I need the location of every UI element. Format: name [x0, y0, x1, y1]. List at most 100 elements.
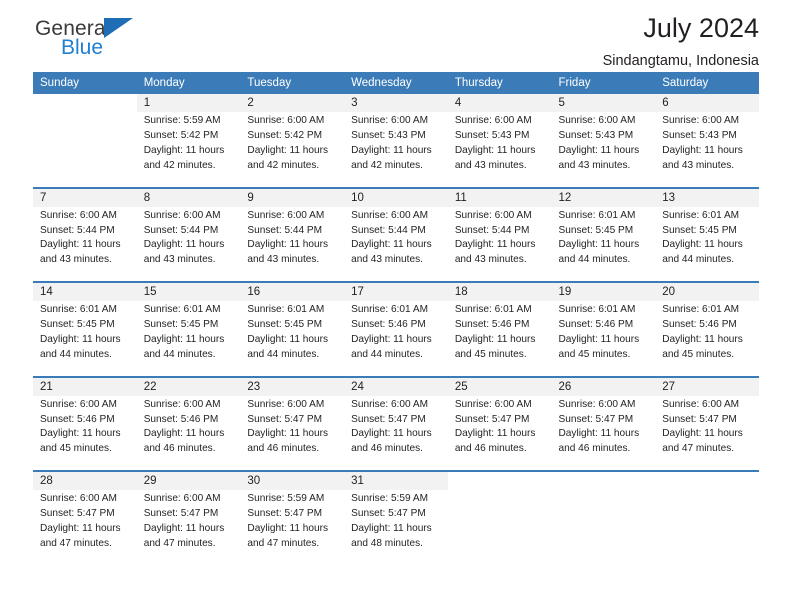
day-details-10[interactable]: Sunrise: 6:00 AM Sunset: 5:44 PM Daylight:… — [344, 206, 448, 276]
daylight-text-line1: Daylight: 11 hours — [351, 333, 432, 345]
day-number-2[interactable]: 2 — [240, 94, 345, 113]
day-number-17[interactable]: 17 — [344, 283, 448, 302]
day-number-16[interactable]: 16 — [240, 283, 345, 302]
sunrise-text: Sunrise: 5:59 AM — [247, 493, 325, 505]
daylight-text-line2: and 47 minutes. — [662, 443, 735, 455]
day-details-7[interactable]: Sunrise: 6:00 AM Sunset: 5:44 PM Daylight:… — [33, 206, 137, 276]
day-number-20[interactable]: 20 — [655, 283, 759, 302]
day-details-3[interactable]: Sunrise: 6:00 AM Sunset: 5:43 PM Daylight:… — [344, 112, 448, 181]
daylight-text-line1: Daylight: 11 hours — [558, 239, 640, 251]
daylight-text-line1: Daylight: 11 hours — [351, 428, 432, 440]
sunset-text: Sunset: 5:45 PM — [662, 224, 737, 236]
day-number-1[interactable]: 1 — [136, 94, 241, 113]
day-number-25[interactable]: 25 — [447, 377, 552, 396]
page-title: July 2024 — [643, 13, 759, 43]
day-number-26[interactable]: 26 — [551, 377, 656, 396]
day-details-18[interactable]: Sunrise: 6:01 AM Sunset: 5:46 PM Daylight:… — [447, 301, 552, 370]
day-details-11[interactable]: Sunrise: 6:00 AM Sunset: 5:44 PM Daylight:… — [447, 206, 552, 276]
day-number-11[interactable]: 11 — [447, 188, 552, 207]
daylight-text-line1: Daylight: 11 hours — [558, 333, 640, 345]
sunset-text: Sunset: 5:47 PM — [143, 508, 219, 520]
day-details-empty — [33, 112, 137, 181]
day-number-23[interactable]: 23 — [240, 377, 345, 396]
day-details-30[interactable]: Sunrise: 5:59 AM Sunset: 5:47 PM Daylight:… — [240, 490, 345, 559]
sunset-text: Sunset: 5:43 PM — [558, 130, 634, 142]
daylight-text-line1: Daylight: 11 hours — [143, 523, 225, 534]
daylight-text-line1: Daylight: 11 hours — [40, 239, 121, 251]
day-details-16[interactable]: Sunrise: 6:01 AM Sunset: 5:45 PM Daylight:… — [240, 301, 345, 370]
day-details-25[interactable]: Sunrise: 6:00 AM Sunset: 5:47 PM Daylight:… — [447, 395, 552, 465]
general-blue-logo[interactable]: General Blue — [33, 12, 163, 72]
day-number-8[interactable]: 8 — [136, 188, 241, 207]
daylight-text-line1: Daylight: 11 hours — [247, 239, 329, 251]
day-number-27[interactable]: 27 — [655, 377, 759, 396]
day-details-24[interactable]: Sunrise: 6:00 AM Sunset: 5:47 PM Daylight:… — [344, 395, 448, 465]
daylight-text-line1: Daylight: 11 hours — [662, 144, 743, 156]
day-details-19[interactable]: Sunrise: 6:01 AM Sunset: 5:46 PM Daylight:… — [551, 301, 656, 370]
day-details-31[interactable]: Sunrise: 5:59 AM Sunset: 5:47 PM Daylight:… — [344, 490, 448, 559]
sunrise-text: Sunrise: 6:01 AM — [454, 304, 532, 316]
day-number-4[interactable]: 4 — [447, 94, 552, 113]
day-details-21[interactable]: Sunrise: 6:00 AM Sunset: 5:46 PM Daylight:… — [33, 395, 137, 465]
day-number-row: 14 15 16 17 18 19 20 — [33, 283, 759, 302]
day-number-21[interactable]: 21 — [33, 377, 137, 396]
day-number-13[interactable]: 13 — [655, 188, 759, 207]
day-number-6[interactable]: 6 — [655, 94, 759, 113]
day-number-22[interactable]: 22 — [136, 377, 241, 396]
day-number-empty — [655, 472, 759, 491]
day-number-18[interactable]: 18 — [447, 283, 552, 302]
day-details-20[interactable]: Sunrise: 6:01 AM Sunset: 5:46 PM Daylight:… — [655, 301, 759, 370]
sunrise-text: Sunrise: 6:00 AM — [351, 209, 428, 221]
day-number-31[interactable]: 31 — [344, 472, 448, 491]
day-details-29[interactable]: Sunrise: 6:00 AM Sunset: 5:47 PM Daylight:… — [136, 490, 241, 559]
day-number-3[interactable]: 3 — [344, 94, 448, 113]
sunrise-text: Sunrise: 6:01 AM — [351, 304, 428, 316]
day-number-9[interactable]: 9 — [240, 188, 345, 207]
day-number-30[interactable]: 30 — [240, 472, 345, 491]
day-number-19[interactable]: 19 — [551, 283, 656, 302]
day-number-14[interactable]: 14 — [33, 283, 137, 302]
day-number-row: 123456 — [33, 94, 759, 113]
day-number-7[interactable]: 7 — [33, 188, 137, 207]
day-details-26[interactable]: Sunrise: 6:00 AM Sunset: 5:47 PM Daylight:… — [551, 395, 656, 465]
daylight-text-line2: and 44 minutes. — [143, 348, 216, 360]
day-details-empty — [655, 490, 759, 559]
daylight-text-line2: and 45 minutes. — [40, 443, 112, 455]
sunset-text: Sunset: 5:44 PM — [351, 224, 426, 236]
sunset-text: Sunset: 5:47 PM — [454, 413, 530, 425]
day-details-22[interactable]: Sunrise: 6:00 AM Sunset: 5:46 PM Daylight:… — [136, 395, 241, 465]
day-details-15[interactable]: Sunrise: 6:01 AM Sunset: 5:45 PM Daylight:… — [136, 301, 241, 370]
sunset-text: Sunset: 5:46 PM — [558, 319, 634, 331]
day-number-5[interactable]: 5 — [551, 94, 656, 113]
sunset-text: Sunset: 5:43 PM — [454, 130, 530, 142]
day-details-2[interactable]: Sunrise: 6:00 AM Sunset: 5:42 PM Daylight:… — [240, 112, 345, 181]
day-details-14[interactable]: Sunrise: 6:01 AM Sunset: 5:45 PM Daylight:… — [33, 301, 137, 370]
day-number-15[interactable]: 15 — [136, 283, 241, 302]
day-details-6[interactable]: Sunrise: 6:00 AM Sunset: 5:43 PM Daylight:… — [655, 112, 759, 181]
day-number-10[interactable]: 10 — [344, 188, 448, 207]
day-details-8[interactable]: Sunrise: 6:00 AM Sunset: 5:44 PM Daylight:… — [136, 206, 241, 276]
day-number-29[interactable]: 29 — [136, 472, 241, 491]
sunrise-text: Sunrise: 6:00 AM — [40, 398, 117, 410]
sunrise-text: Sunrise: 6:00 AM — [247, 115, 325, 127]
day-details-17[interactable]: Sunrise: 6:01 AM Sunset: 5:46 PM Daylight:… — [344, 301, 448, 370]
day-details-13[interactable]: Sunrise: 6:01 AM Sunset: 5:45 PM Daylight:… — [655, 206, 759, 276]
day-details-1[interactable]: Sunrise: 5:59 AM Sunset: 5:42 PM Daylight:… — [136, 112, 241, 181]
day-details-5[interactable]: Sunrise: 6:00 AM Sunset: 5:43 PM Daylight:… — [551, 112, 656, 181]
daylight-text-line2: and 46 minutes. — [454, 443, 527, 455]
day-details-4[interactable]: Sunrise: 6:00 AM Sunset: 5:43 PM Daylight:… — [447, 112, 552, 181]
day-details-12[interactable]: Sunrise: 6:01 AM Sunset: 5:45 PM Daylight:… — [551, 206, 656, 276]
weekday-header-friday: Friday — [551, 72, 656, 94]
day-details-28[interactable]: Sunrise: 6:00 AM Sunset: 5:47 PM Daylight:… — [33, 490, 137, 559]
daylight-text-line1: Daylight: 11 hours — [662, 239, 743, 251]
sunrise-text: Sunrise: 6:01 AM — [558, 304, 636, 316]
sunset-text: Sunset: 5:43 PM — [662, 130, 737, 142]
daylight-text-line2: and 44 minutes. — [662, 254, 735, 266]
day-number-12[interactable]: 12 — [551, 188, 656, 207]
day-number-24[interactable]: 24 — [344, 377, 448, 396]
day-number-28[interactable]: 28 — [33, 472, 137, 491]
sunrise-text: Sunrise: 6:00 AM — [247, 398, 325, 410]
day-details-23[interactable]: Sunrise: 6:00 AM Sunset: 5:47 PM Daylight:… — [240, 395, 345, 465]
day-details-9[interactable]: Sunrise: 6:00 AM Sunset: 5:44 PM Daylight:… — [240, 206, 345, 276]
day-details-27[interactable]: Sunrise: 6:00 AM Sunset: 5:47 PM Daylight:… — [655, 395, 759, 465]
